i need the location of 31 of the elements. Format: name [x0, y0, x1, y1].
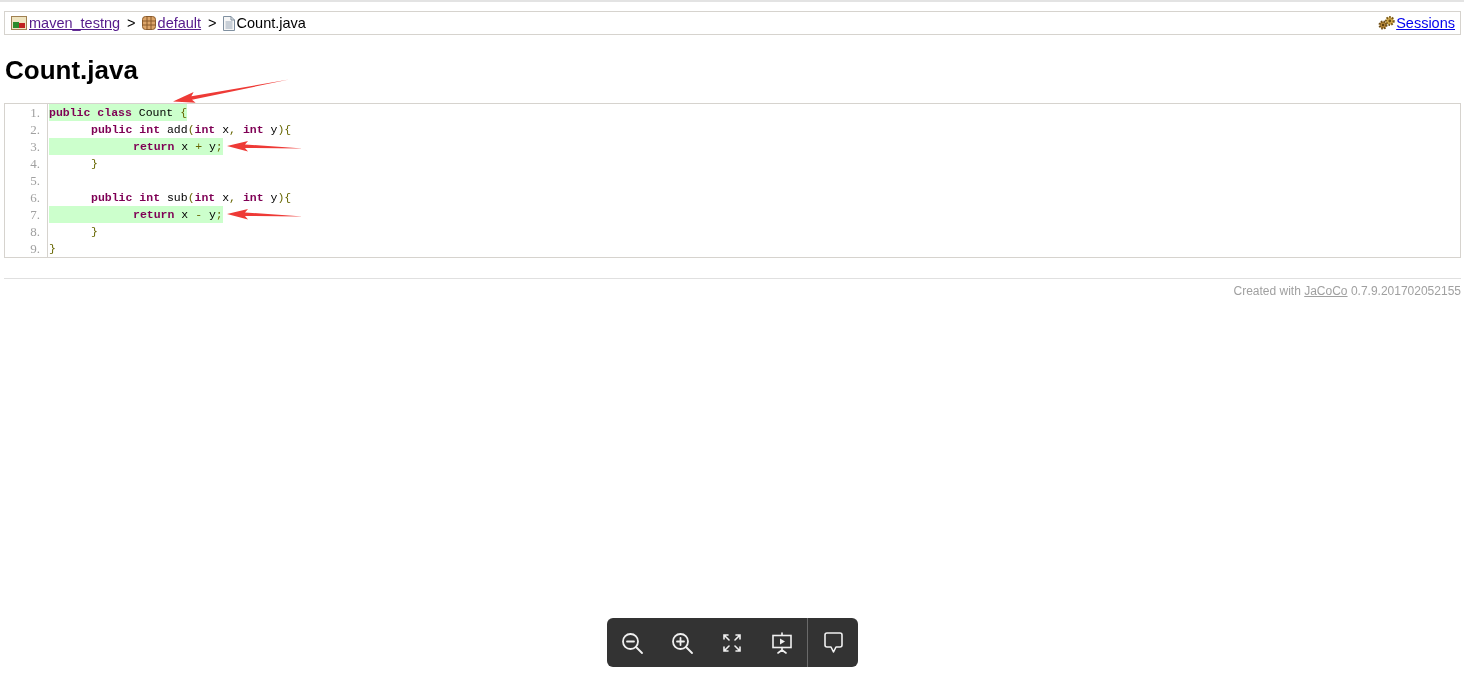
line-number: 7.	[30, 206, 40, 223]
code-line: }	[49, 241, 56, 257]
file-icon	[222, 15, 235, 31]
footer-text: Created with JaCoCo 0.7.9.201702052155	[1233, 283, 1461, 299]
fullscreen-icon	[723, 633, 741, 652]
code-line: public int add(int x, int y){	[90, 122, 292, 138]
breadcrumb-link[interactable]: default	[157, 14, 202, 32]
breadcrumb-separator: >	[127, 14, 136, 32]
code-line: }	[90, 224, 98, 240]
zoom-out-icon	[621, 631, 643, 654]
zoom-in-icon	[671, 631, 693, 654]
line-number: 1.	[30, 104, 40, 121]
line-number: 6.	[30, 189, 40, 206]
sessions-link[interactable]: Sessions	[1396, 14, 1455, 32]
page-title: Count.java	[5, 55, 138, 85]
breadcrumb-current: Count.java	[236, 14, 306, 32]
breadcrumb-separator: >	[208, 14, 217, 32]
line-number: 9.	[30, 240, 40, 257]
breadcrumb-link[interactable]: maven_testng	[29, 14, 121, 32]
line-number: 4.	[30, 155, 40, 172]
line-number: 5.	[30, 172, 40, 189]
slideshow-icon	[772, 631, 792, 654]
package-icon	[141, 16, 156, 30]
gears-icon	[1378, 16, 1396, 30]
code-line: }	[90, 156, 98, 172]
line-number: 8.	[30, 223, 40, 240]
report-icon	[11, 16, 27, 30]
line-number: 2.	[30, 121, 40, 138]
comment-icon	[823, 632, 843, 653]
line-number: 3.	[30, 138, 40, 155]
code-line: public int sub(int x, int y){	[90, 190, 292, 206]
